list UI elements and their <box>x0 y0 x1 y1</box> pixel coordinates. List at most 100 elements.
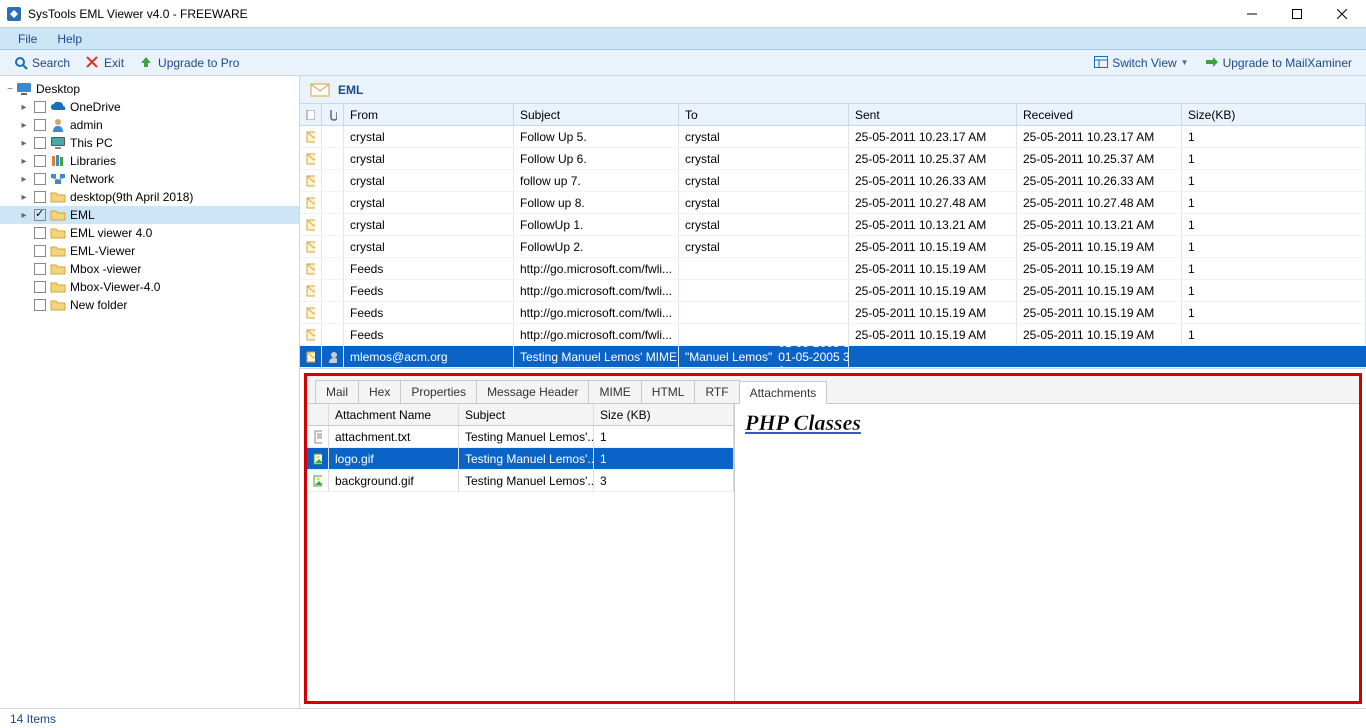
checkbox[interactable] <box>34 101 46 113</box>
tree-node[interactable]: ▸desktop(9th April 2018) <box>0 188 299 206</box>
mail-icon <box>300 302 322 323</box>
col-size[interactable]: Size(KB) <box>1182 104 1366 125</box>
upgrade-pro-button[interactable]: Upgrade to Pro <box>132 56 247 70</box>
maximize-button[interactable] <box>1274 1 1319 27</box>
cell-to: crystal <box>679 148 849 169</box>
collapse-icon[interactable]: − <box>4 84 16 95</box>
cell-att-size: 1 <box>594 426 734 447</box>
tree-label: Mbox -viewer <box>70 262 141 276</box>
col-icon[interactable] <box>300 104 322 125</box>
col-received[interactable]: Received <box>1017 104 1182 125</box>
col-att-name[interactable]: Attachment Name <box>329 404 459 425</box>
checkbox[interactable] <box>34 281 46 293</box>
upgrade-pro-label: Upgrade to Pro <box>158 56 239 70</box>
mail-icon <box>300 148 322 169</box>
col-att-size[interactable]: Size (KB) <box>594 404 734 425</box>
cell-from: crystal <box>344 170 514 191</box>
close-button[interactable] <box>1319 1 1364 27</box>
checkbox[interactable] <box>34 191 46 203</box>
cell-subject: Follow Up 5. <box>514 126 679 147</box>
cell-att-size: 1 <box>594 448 734 469</box>
expand-icon[interactable]: ▸ <box>18 102 30 113</box>
tree-node[interactable]: ▸ Network <box>0 170 299 188</box>
attachment-row[interactable]: attachment.txtTesting Manuel Lemos'...1 <box>307 426 734 448</box>
text-file-icon <box>307 426 329 447</box>
tab-attachments[interactable]: Attachments <box>739 381 828 404</box>
col-att-subject[interactable]: Subject <box>459 404 594 425</box>
folder-tree[interactable]: − Desktop ▸OneDrive▸admin▸This PC▸Librar… <box>0 76 300 708</box>
expand-icon[interactable]: ▸ <box>18 210 30 221</box>
cell-att-subject: Testing Manuel Lemos'... <box>459 426 594 447</box>
menu-help[interactable]: Help <box>47 30 92 48</box>
checkbox[interactable] <box>34 245 46 257</box>
col-attachment[interactable] <box>322 104 344 125</box>
checkbox[interactable] <box>34 227 46 239</box>
search-button[interactable]: Search <box>6 56 78 70</box>
tree-node[interactable]: New folder <box>0 296 299 314</box>
tab-mail[interactable]: Mail <box>315 380 359 403</box>
minimize-button[interactable] <box>1229 1 1274 27</box>
email-row[interactable]: Feedshttp://go.microsoft.com/fwli...25-0… <box>300 258 1366 280</box>
tab-hex[interactable]: Hex <box>358 380 401 403</box>
cell-sent: 25-05-2011 10.15.19 AM <box>849 280 1017 301</box>
exit-button[interactable]: Exit <box>78 56 132 70</box>
checkbox[interactable] <box>34 209 46 221</box>
email-row[interactable]: crystalFollow up 8.crystal25-05-2011 10.… <box>300 192 1366 214</box>
tab-rtf[interactable]: RTF <box>694 380 739 403</box>
tree-node-desktop[interactable]: − Desktop <box>0 80 299 98</box>
tree-node[interactable]: ▸OneDrive <box>0 98 299 116</box>
attachment-preview: PHP Classes <box>735 404 1359 701</box>
email-row[interactable]: crystalFollow Up 5.crystal25-05-2011 10.… <box>300 126 1366 148</box>
expand-icon[interactable]: ▸ <box>18 174 30 185</box>
switch-view-button[interactable]: Switch View ▼ <box>1086 56 1196 70</box>
checkbox[interactable] <box>34 119 46 131</box>
tree-node[interactable]: Mbox -viewer <box>0 260 299 278</box>
cell-subject: follow up 7. <box>514 170 679 191</box>
tree-node[interactable]: Mbox-Viewer-4.0 <box>0 278 299 296</box>
checkbox[interactable] <box>34 173 46 185</box>
checkbox[interactable] <box>34 155 46 167</box>
email-row[interactable]: crystalfollow up 7.crystal25-05-2011 10.… <box>300 170 1366 192</box>
col-att-icon[interactable] <box>307 404 329 425</box>
email-row[interactable]: mlemos@acm.orgTesting Manuel Lemos' MIME… <box>300 346 1366 368</box>
email-row[interactable]: Feedshttp://go.microsoft.com/fwli...25-0… <box>300 302 1366 324</box>
checkbox[interactable] <box>34 263 46 275</box>
tab-properties[interactable]: Properties <box>400 380 477 403</box>
tree-node[interactable]: ▸EML <box>0 206 299 224</box>
tree-node[interactable]: ▸Libraries <box>0 152 299 170</box>
tab-html[interactable]: HTML <box>641 380 696 403</box>
menu-file[interactable]: File <box>8 30 47 48</box>
attachment-row[interactable]: logo.gifTesting Manuel Lemos'...1 <box>307 448 734 470</box>
tree-node[interactable]: ▸admin <box>0 116 299 134</box>
col-from[interactable]: From <box>344 104 514 125</box>
tree-node[interactable]: EML-Viewer <box>0 242 299 260</box>
app-icon <box>6 6 22 22</box>
upgrade-mailxaminer-button[interactable]: Upgrade to MailXaminer <box>1197 56 1360 70</box>
tree-node[interactable]: EML viewer 4.0 <box>0 224 299 242</box>
col-sent[interactable]: Sent <box>849 104 1017 125</box>
tree-label: Network <box>70 172 114 186</box>
expand-icon[interactable]: ▸ <box>18 156 30 167</box>
attachment-header: Attachment Name Subject Size (KB) <box>307 404 734 426</box>
attachment-row[interactable]: background.gifTesting Manuel Lemos'...3 <box>307 470 734 492</box>
folder-icon <box>50 207 66 223</box>
checkbox[interactable] <box>34 299 46 311</box>
tab-message-header[interactable]: Message Header <box>476 380 589 403</box>
cell-to <box>679 302 849 323</box>
expand-icon[interactable]: ▸ <box>18 138 30 149</box>
expand-icon[interactable]: ▸ <box>18 120 30 131</box>
folder-icon <box>50 243 66 259</box>
email-row[interactable]: crystalFollowUp 1.crystal25-05-2011 10.1… <box>300 214 1366 236</box>
email-row[interactable]: Feedshttp://go.microsoft.com/fwli...25-0… <box>300 324 1366 346</box>
cell-sent: 25-05-2011 10.23.17 AM <box>849 126 1017 147</box>
col-subject[interactable]: Subject <box>514 104 679 125</box>
cell-from: crystal <box>344 236 514 257</box>
email-row[interactable]: crystalFollowUp 2.crystal25-05-2011 10.1… <box>300 236 1366 258</box>
expand-icon[interactable]: ▸ <box>18 192 30 203</box>
checkbox[interactable] <box>34 137 46 149</box>
tab-mime[interactable]: MIME <box>588 380 641 403</box>
tree-node[interactable]: ▸This PC <box>0 134 299 152</box>
email-row[interactable]: crystalFollow Up 6.crystal25-05-2011 10.… <box>300 148 1366 170</box>
email-row[interactable]: Feedshttp://go.microsoft.com/fwli...25-0… <box>300 280 1366 302</box>
col-to[interactable]: To <box>679 104 849 125</box>
